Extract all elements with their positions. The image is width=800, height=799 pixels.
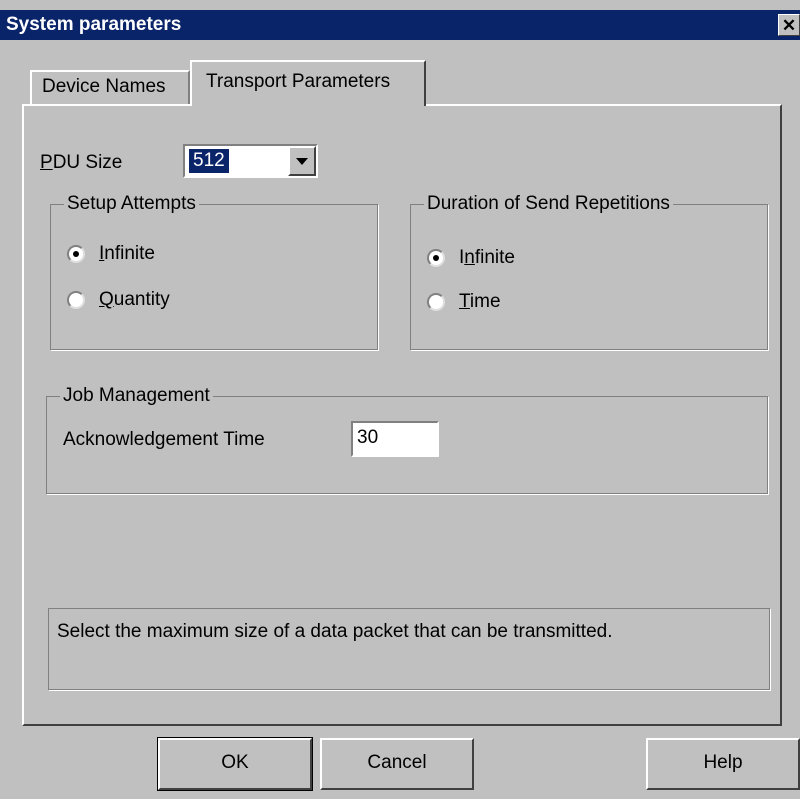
pdu-size-label-rest: DU Size bbox=[52, 152, 123, 173]
send-infinite-label[interactable]: Infinite bbox=[459, 247, 515, 269]
tab-panel: PDU Size 512 Setup Attempts Infinite Qua… bbox=[22, 104, 782, 726]
setup-attempts-group: Setup Attempts Infinite Quantity bbox=[50, 193, 378, 350]
pdu-size-value: 512 bbox=[188, 148, 230, 174]
send-infinite-accel: n bbox=[464, 247, 475, 268]
setup-infinite-radio[interactable] bbox=[67, 245, 85, 263]
ack-time-input[interactable]: 30 bbox=[351, 421, 439, 457]
description-text: Select the maximum size of a data packet… bbox=[57, 621, 613, 642]
ok-button[interactable]: OK bbox=[157, 737, 313, 791]
send-time-accel: T bbox=[459, 291, 470, 312]
window-title: System parameters bbox=[6, 14, 182, 35]
ack-time-label: Acknowledgement Time bbox=[63, 429, 265, 450]
setup-quantity-rest: uantity bbox=[113, 289, 170, 310]
setup-quantity-radio[interactable] bbox=[67, 291, 85, 309]
setup-attempts-title: Setup Attempts bbox=[64, 193, 199, 215]
title-bar: System parameters ✕ bbox=[0, 10, 800, 40]
send-infinite-rest: finite bbox=[474, 247, 515, 268]
send-infinite-radio[interactable] bbox=[427, 249, 445, 267]
tab-device-names[interactable]: Device Names bbox=[30, 70, 190, 104]
send-repetitions-group: Duration of Send Repetitions Infinite Ti… bbox=[410, 193, 768, 350]
radio-dot-icon bbox=[433, 255, 439, 261]
dropdown-arrow-button[interactable] bbox=[288, 146, 316, 176]
help-button[interactable]: Help bbox=[646, 738, 800, 790]
description-box: Select the maximum size of a data packet… bbox=[48, 608, 770, 690]
setup-quantity-accel: Q bbox=[99, 289, 114, 310]
ack-time-value: 30 bbox=[357, 427, 379, 448]
send-time-radio[interactable] bbox=[427, 293, 445, 311]
radio-dot-icon bbox=[73, 251, 79, 257]
setup-infinite-label[interactable]: Infinite bbox=[99, 243, 155, 265]
pdu-size-label: PDU Size bbox=[40, 152, 122, 174]
job-management-title: Job Management bbox=[60, 385, 213, 407]
send-repetitions-title: Duration of Send Repetitions bbox=[424, 193, 673, 215]
pdu-size-label-accel: P bbox=[40, 152, 53, 173]
chevron-down-icon bbox=[296, 158, 308, 165]
job-management-group: Job Management Acknowledgement Time 30 bbox=[46, 385, 768, 494]
tab-transport-parameters[interactable]: Transport Parameters bbox=[190, 60, 426, 106]
setup-infinite-rest: nfinite bbox=[104, 243, 155, 264]
close-icon[interactable]: ✕ bbox=[778, 14, 800, 36]
send-time-rest: ime bbox=[469, 291, 501, 312]
cancel-button[interactable]: Cancel bbox=[320, 738, 474, 790]
pdu-size-combobox[interactable]: 512 bbox=[183, 144, 318, 178]
setup-quantity-label[interactable]: Quantity bbox=[99, 289, 170, 311]
send-time-label[interactable]: Time bbox=[459, 291, 501, 313]
